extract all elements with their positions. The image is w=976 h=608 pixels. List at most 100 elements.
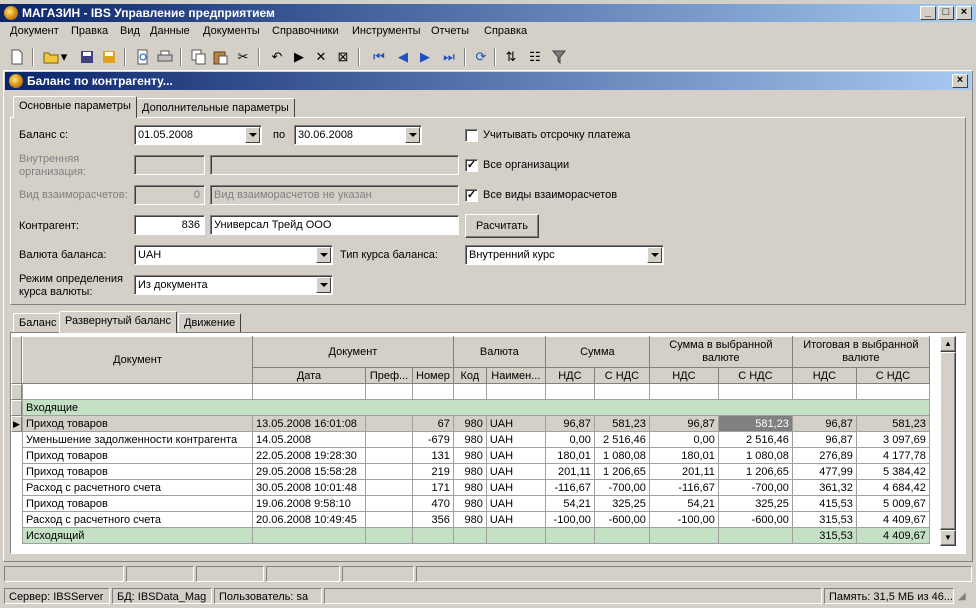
menu-help[interactable]: Справка: [484, 25, 527, 37]
table-cell[interactable]: [365, 495, 413, 512]
delete-row-icon[interactable]: ✕: [312, 48, 330, 66]
table-cell[interactable]: 0,00: [544, 431, 595, 448]
next-record-icon[interactable]: ▶: [416, 48, 434, 66]
date-from-field[interactable]: 01.05.2008: [134, 125, 262, 145]
table-cell[interactable]: 315,53: [791, 511, 857, 528]
table-cell[interactable]: 20.06.2008 10:49:45: [252, 511, 366, 528]
menu-references[interactable]: Справочники: [272, 25, 339, 37]
menu-view[interactable]: Вид: [120, 25, 140, 37]
table-cell[interactable]: 4 409,67: [855, 511, 930, 528]
tab-main-params[interactable]: Основные параметры: [13, 96, 137, 118]
col-sel-vat[interactable]: НДС: [648, 367, 719, 384]
table-row[interactable]: Расход с расчетного счета 20.06.2008 10:4…: [22, 511, 930, 528]
table-cell[interactable]: Расход с расчетного счета: [22, 511, 253, 528]
table-cell[interactable]: 1 206,65: [593, 463, 650, 480]
rate-type-dropdown[interactable]: [647, 247, 662, 263]
table-cell[interactable]: Уменьшение задолженности контрагента: [22, 431, 253, 448]
counterparty-name-field[interactable]: Универсал Трейд ООО: [210, 215, 459, 235]
table-row[interactable]: Приход товаров 29.05.2008 15:58:28 219 980 U…: [22, 463, 930, 480]
table-cell[interactable]: 325,25: [717, 495, 793, 512]
table-cell[interactable]: 361,32: [791, 479, 857, 496]
table-row[interactable]: Приход товаров 19.06.2008 9:58:10 470 980 UA…: [22, 495, 930, 512]
table-cell[interactable]: [365, 415, 413, 432]
table-cell[interactable]: UAH: [485, 415, 546, 432]
filter-icon[interactable]: [550, 48, 568, 66]
table-cell[interactable]: 4 177,78: [855, 447, 930, 464]
cut-icon[interactable]: ✂: [234, 48, 252, 66]
copy-icon[interactable]: [190, 48, 208, 66]
table-cell[interactable]: -679: [412, 431, 454, 448]
table-cell[interactable]: UAH: [485, 447, 546, 464]
col-date[interactable]: Дата: [252, 367, 366, 384]
col-number[interactable]: Номер: [412, 367, 454, 384]
date-from-dropdown[interactable]: [245, 127, 260, 143]
tab-additional-params[interactable]: Дополнительные параметры: [136, 98, 295, 118]
group-row-outgoing[interactable]: Исходящий 315,53 4 409,67: [22, 527, 930, 544]
table-cell[interactable]: -700,00: [717, 479, 793, 496]
menu-document[interactable]: Документ: [10, 25, 59, 37]
table-cell[interactable]: 22.05.2008 19:28:30: [252, 447, 366, 464]
table-cell[interactable]: -116,67: [648, 479, 719, 496]
table-cell[interactable]: UAH: [485, 463, 546, 480]
col-with-vat[interactable]: С НДС: [593, 367, 650, 384]
table-cell[interactable]: 581,23: [717, 415, 793, 432]
minimize-button[interactable]: _: [920, 6, 936, 20]
defer-payment-checkbox[interactable]: [465, 129, 478, 142]
table-cell[interactable]: 980: [452, 511, 487, 528]
col-prefix[interactable]: Преф...: [365, 367, 413, 384]
table-cell[interactable]: Приход товаров: [22, 447, 253, 464]
table-cell[interactable]: 54,21: [648, 495, 719, 512]
table-cell[interactable]: 180,01: [648, 447, 719, 464]
table-cell[interactable]: 4 684,42: [855, 479, 930, 496]
table-cell[interactable]: -600,00: [593, 511, 650, 528]
table-cell[interactable]: 5 384,42: [855, 463, 930, 480]
col-currency-code[interactable]: Код: [452, 367, 487, 384]
print-icon[interactable]: [156, 48, 174, 66]
group-row-incoming[interactable]: Входящие: [22, 399, 930, 416]
currency-dropdown[interactable]: [316, 247, 331, 263]
insert-row-icon[interactable]: ▶: [290, 48, 308, 66]
table-cell[interactable]: 2 516,46: [717, 431, 793, 448]
table-cell[interactable]: 980: [452, 479, 487, 496]
table-cell[interactable]: -100,00: [544, 511, 595, 528]
currency-select[interactable]: UAH: [134, 245, 333, 265]
prev-record-icon[interactable]: ◀: [394, 48, 412, 66]
table-cell[interactable]: 171: [412, 479, 454, 496]
table-cell[interactable]: [365, 511, 413, 528]
tab-balance[interactable]: Баланс: [13, 313, 63, 333]
save-all-icon[interactable]: [100, 48, 118, 66]
table-row[interactable]: Расход с расчетного счета 30.05.2008 10:0…: [22, 479, 930, 496]
table-cell[interactable]: 325,25: [593, 495, 650, 512]
table-cell[interactable]: 1 080,08: [593, 447, 650, 464]
undo-icon[interactable]: ↶: [268, 48, 286, 66]
all-settlement-checkbox[interactable]: ✓: [465, 189, 478, 202]
vertical-scrollbar[interactable]: ▲ ▼: [940, 336, 956, 546]
preview-icon[interactable]: [134, 48, 152, 66]
table-cell[interactable]: 29.05.2008 15:58:28: [252, 463, 366, 480]
table-cell[interactable]: -116,67: [544, 479, 595, 496]
tab-movement[interactable]: Движение: [178, 313, 242, 333]
table-cell[interactable]: 3 097,69: [855, 431, 930, 448]
table-cell[interactable]: 415,53: [791, 495, 857, 512]
close-window-button[interactable]: ×: [952, 74, 968, 88]
filter-row[interactable]: [22, 383, 930, 400]
table-cell[interactable]: 2 516,46: [593, 431, 650, 448]
table-cell[interactable]: -700,00: [593, 479, 650, 496]
table-cell[interactable]: 30.05.2008 10:01:48: [252, 479, 366, 496]
menu-data[interactable]: Данные: [150, 25, 190, 37]
table-cell[interactable]: 13.05.2008 16:01:08: [252, 415, 366, 432]
table-cell[interactable]: 180,01: [544, 447, 595, 464]
table-cell[interactable]: 67: [412, 415, 454, 432]
menu-reports[interactable]: Отчеты: [431, 25, 469, 37]
table-cell[interactable]: 96,87: [791, 431, 857, 448]
counterparty-code-field[interactable]: 836: [134, 215, 205, 235]
table-cell[interactable]: 980: [452, 463, 487, 480]
refresh-icon[interactable]: ⟳: [472, 48, 490, 66]
table-cell[interactable]: Расход с расчетного счета: [22, 479, 253, 496]
table-cell[interactable]: 581,23: [593, 415, 650, 432]
columns-icon[interactable]: ☷: [526, 48, 544, 66]
close-app-button[interactable]: ×: [956, 6, 972, 20]
table-cell[interactable]: 19.06.2008 9:58:10: [252, 495, 366, 512]
col-document[interactable]: Документ: [22, 336, 253, 384]
rate-type-select[interactable]: Внутренний курс: [465, 245, 664, 265]
